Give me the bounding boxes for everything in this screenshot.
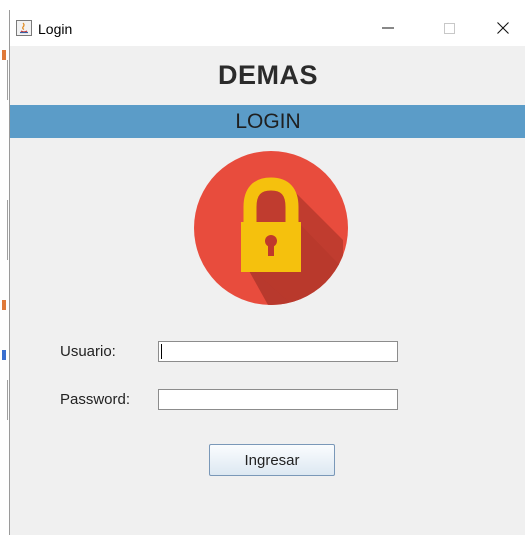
padlock-icon (193, 150, 349, 306)
username-label: Usuario: (60, 343, 116, 360)
background-line (7, 60, 8, 100)
background-mark (2, 300, 6, 310)
desktop-background (0, 0, 9, 535)
background-mark (2, 350, 6, 360)
password-label: Password: (60, 391, 131, 408)
close-icon (497, 22, 509, 34)
minimize-icon (382, 27, 394, 29)
text-cursor (161, 344, 162, 359)
maximize-icon (443, 22, 455, 34)
background-mark (2, 50, 6, 60)
java-app-icon (16, 20, 32, 36)
background-line (7, 380, 8, 420)
login-banner: LOGIN (10, 105, 525, 138)
maximize-button[interactable] (426, 10, 472, 46)
ingresar-button[interactable]: Ingresar (209, 444, 335, 476)
title-bar[interactable]: Login (10, 10, 525, 46)
username-field[interactable] (158, 341, 398, 362)
minimize-button[interactable] (365, 10, 411, 46)
window-title: Login (38, 21, 73, 37)
app-heading: DEMAS (217, 60, 318, 90)
password-field[interactable] (158, 389, 398, 410)
close-button[interactable] (480, 10, 525, 46)
login-window: Login DEMAS LOGIN Usuario: Password: Ing… (9, 10, 525, 535)
background-line (7, 200, 8, 260)
